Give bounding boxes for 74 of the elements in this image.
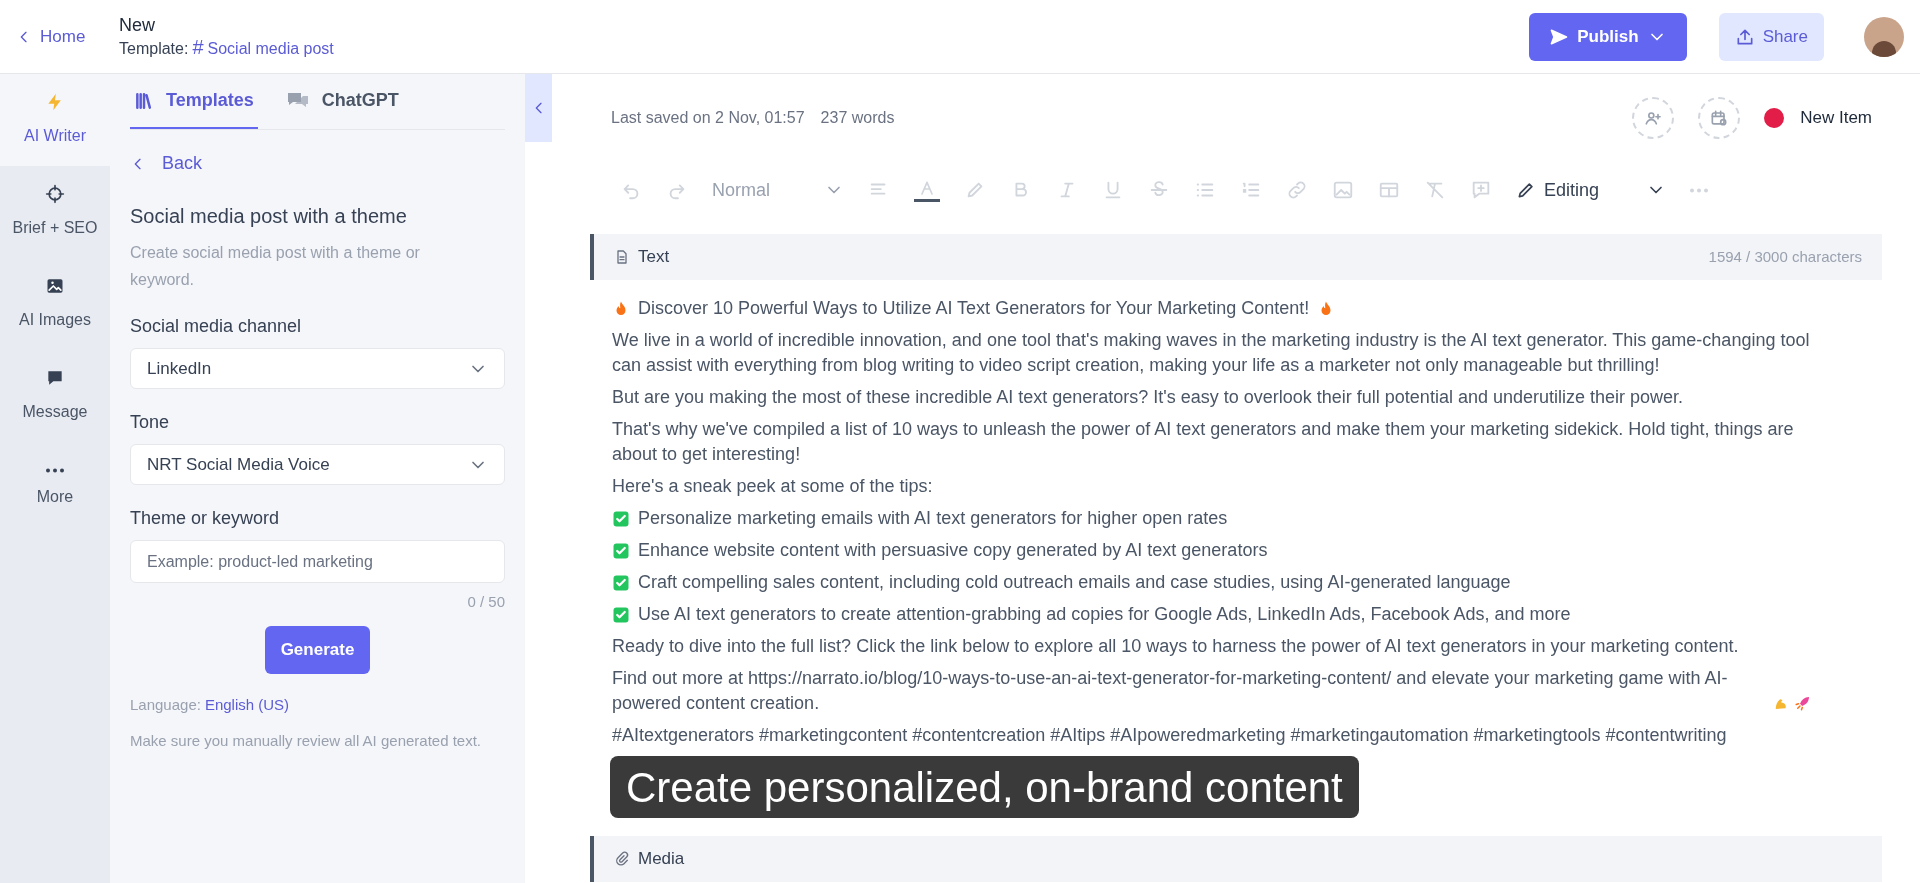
clear-format[interactable] [1424, 179, 1446, 201]
rail-item[interactable]: Message [0, 350, 110, 442]
checklist-text: Personalize marketing emails with AI text generators for higher open rates [638, 507, 1228, 530]
paragraph-text: We live in a world of incredible innovation, and one tool that's making waves in the marketing industry is the AI text generator. This game-changing tool can assist with everything from blog writing to video script creation, making your life as a marketer not only manageable but thrilling! [612, 329, 1811, 377]
rail-item[interactable]: AI Images [0, 258, 110, 350]
comment-icon [1470, 179, 1492, 201]
document-icon [614, 249, 630, 265]
checklist-text: Enhance website content with persuasive copy generated by AI text generators [638, 539, 1268, 562]
rocket-icon [1794, 694, 1812, 712]
template-link[interactable]: # Social media post [192, 36, 334, 61]
generate-button[interactable]: Generate [264, 625, 371, 674]
checklist-text: Craft compelling sales content, including cold outreach emails and case studies, using AI-generated language [638, 571, 1511, 594]
template-label: Template: [119, 38, 189, 59]
link-icon [1286, 179, 1308, 201]
paragraph-text: That's why we've compiled a list of 10 ways to unleash the power of AI text generators and make them your marketing sidekick. Hold tight, things are about to get interesting! [612, 418, 1795, 466]
checkbox-icon [612, 509, 630, 528]
share-button[interactable]: Share [1718, 12, 1824, 61]
clear-format-icon [1424, 179, 1446, 201]
checkbox-icon [612, 541, 630, 560]
pencil-icon [1516, 180, 1536, 200]
editing-mode-dropdown[interactable]: Editing [1516, 176, 1666, 204]
paperclip-icon [614, 851, 630, 867]
last-saved-text: Last saved on 2 Nov, 01:57 [611, 108, 805, 128]
field-label: Tone [130, 411, 171, 434]
document-title: New [119, 13, 156, 37]
home-link[interactable]: Home [16, 23, 116, 50]
more-icon [1690, 187, 1708, 193]
publish-button[interactable]: Publish [1529, 12, 1687, 61]
dropdown[interactable]: NRT Social Media Voice [130, 444, 505, 485]
review-note: Make sure you manually review all AI generated text. [130, 731, 482, 751]
paragraph-text: #AItextgenerators #marketingcontent #contentcreation #AItips #AIpoweredmarketing #marketingautomation #marketingtools #contentwriting [612, 724, 1728, 747]
checkbox-icon [612, 605, 630, 624]
panel-tab[interactable]: Templates [130, 74, 258, 129]
status-label: New Item [1800, 107, 1872, 130]
word-count: 237 words [820, 108, 895, 128]
character-counter: 0 / 50 [467, 592, 505, 612]
paragraph-text: Ready to dive into the full list? Click the link below to explore all 10 ways to harness the power of AI text generators in your marketing content. [612, 635, 1740, 658]
paragraph-text: Find out more at https://narrato.io/blog/10-ways-to-use-an-ai-text-generator-for-marketing-content/ and elevate your marketing game with AI-powered content creation. [612, 667, 1729, 715]
more-button[interactable] [1690, 187, 1708, 193]
section-title: Media [638, 848, 686, 871]
panel-title: Social media post with a theme [130, 204, 408, 229]
collapse-button[interactable] [525, 74, 552, 142]
field-label: Theme or keyword [130, 507, 281, 530]
character-count: 1594 / 3000 characters [1708, 246, 1862, 267]
dropdown[interactable]: LinkedIn [130, 348, 505, 389]
image-icon [45, 276, 65, 296]
rail-item[interactable]: Brief + SEO [0, 166, 110, 258]
link[interactable] [1286, 179, 1308, 201]
rail-item[interactable]: More [0, 442, 110, 534]
language-label: Language: [130, 694, 201, 715]
field-label: Social media channel [130, 315, 303, 338]
panel-tab[interactable]: ChatGPT [281, 74, 403, 129]
checkbox-icon [612, 573, 630, 592]
send-icon [1549, 26, 1570, 47]
calendar-button[interactable] [1698, 97, 1741, 139]
video-caption: Create personalized, on-brand content [610, 756, 1359, 818]
back-link[interactable]: Back [130, 150, 203, 177]
books-icon [134, 90, 154, 111]
panel-description: Create social media post with a theme or keyword. [130, 243, 421, 290]
image-icon [1332, 179, 1354, 201]
language-link[interactable]: English (US) [204, 693, 290, 716]
comment[interactable] [1470, 179, 1492, 201]
section-title: Text [638, 246, 671, 269]
image[interactable] [1332, 179, 1354, 201]
headline-text: Discover 10 Powerful Ways to Utilize AI Text Generators for Your Marketing Content! [638, 297, 1310, 320]
checklist-text: Use AI text generators to create attention-grabbing ad copies for Google Ads, LinkedIn Ads, Facebook Ads, and more [638, 603, 1571, 626]
crosshair-icon [45, 184, 65, 204]
rail-item[interactable]: AI Writer [0, 74, 110, 166]
more-icon [46, 467, 64, 473]
text-field[interactable]: Example: product-led marketing [130, 540, 505, 583]
add-user-button[interactable] [1632, 97, 1675, 139]
avatar[interactable] [1864, 16, 1904, 57]
paragraph-text: Here's a sneak peek at some of the tips: [612, 475, 934, 498]
paragraph-text: But are you making the most of these incredible AI text generators? It's easy to overlook their full potential and underutilize their power. [612, 386, 1685, 409]
